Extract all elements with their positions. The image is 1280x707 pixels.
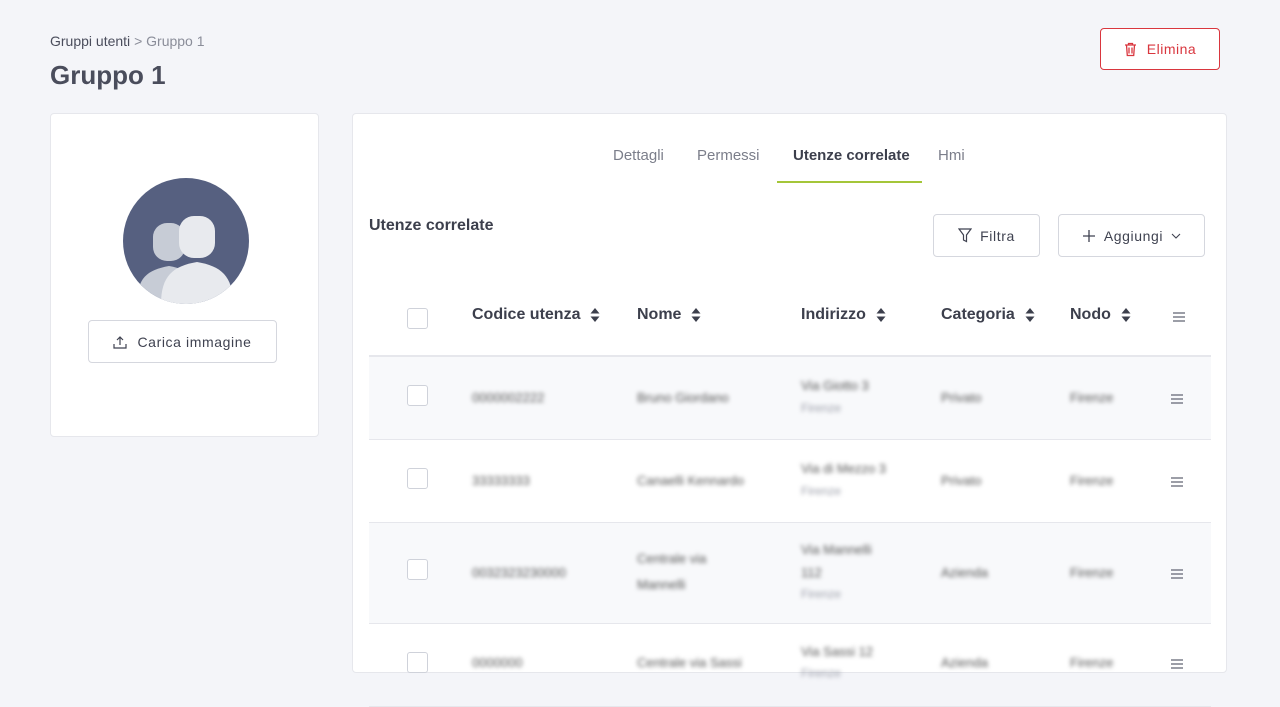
- table-row[interactable]: 33333333 Canaelli Kennardo Via di Mezzo …: [369, 440, 1211, 523]
- cell-nodo: Firenze: [1070, 655, 1114, 670]
- upload-image-label: Carica immagine: [137, 333, 252, 350]
- filter-button-label: Filtra: [980, 227, 1015, 244]
- cell-indirizzo: Via di Mezzo 3: [801, 461, 887, 476]
- column-header-codice-label: Codice utenza: [472, 306, 581, 323]
- sort-icon[interactable]: [691, 307, 701, 323]
- profile-card: Carica immagine: [50, 113, 319, 437]
- select-all-checkbox[interactable]: [407, 308, 428, 329]
- cell-categoria: Azienda: [941, 655, 988, 670]
- upload-icon: [113, 335, 128, 349]
- cell-indirizzo-citta: Firenze: [801, 401, 842, 415]
- cell-nome: Canaelli Kennardo: [637, 473, 744, 488]
- table-header: Codice utenza Nome Indirizzo Categoria N…: [369, 284, 1211, 357]
- column-settings-menu-icon[interactable]: [1172, 311, 1186, 323]
- tab-permessi[interactable]: Permessi: [697, 147, 760, 164]
- row-menu-icon[interactable]: [1170, 476, 1184, 488]
- column-header-nome[interactable]: Nome: [637, 306, 701, 324]
- cell-codice: 33333333: [472, 473, 530, 488]
- row-menu-icon[interactable]: [1170, 568, 1184, 580]
- sort-icon[interactable]: [1121, 307, 1131, 323]
- cell-nome: Centrale via Sassi: [637, 655, 742, 670]
- column-header-categoria[interactable]: Categoria: [941, 306, 1035, 324]
- table-row[interactable]: 0032323230000 Centrale via Mannelli Via …: [369, 523, 1211, 624]
- group-avatar: [123, 178, 249, 304]
- cell-codice: 0000000: [472, 655, 523, 670]
- cell-nome-line2: Mannelli: [637, 577, 686, 592]
- add-button[interactable]: Aggiungi: [1058, 214, 1205, 257]
- page-title: Gruppo 1: [50, 60, 166, 90]
- sort-icon[interactable]: [1025, 307, 1035, 323]
- users-placeholder-icon: [137, 216, 233, 304]
- row-menu-icon[interactable]: [1170, 393, 1184, 405]
- sort-icon[interactable]: [876, 307, 886, 323]
- cell-nome: Centrale via: [637, 551, 707, 566]
- cell-codice: 0032323230000: [472, 565, 566, 580]
- cell-indirizzo-citta: Firenze: [801, 484, 842, 498]
- cell-nome: Bruno Giordano: [637, 390, 729, 405]
- filter-button[interactable]: Filtra: [933, 214, 1040, 257]
- column-header-indirizzo-label: Indirizzo: [801, 306, 866, 323]
- row-checkbox[interactable]: [407, 652, 428, 673]
- cell-nodo: Firenze: [1070, 390, 1114, 405]
- plus-icon: [1082, 229, 1095, 242]
- sort-icon[interactable]: [590, 307, 600, 323]
- cell-indirizzo: Via Giotto 3: [801, 378, 869, 393]
- filter-icon: [958, 228, 973, 243]
- column-header-codice[interactable]: Codice utenza: [472, 306, 600, 324]
- row-menu-icon[interactable]: [1170, 658, 1184, 670]
- tab-dettagli[interactable]: Dettagli: [613, 147, 664, 164]
- breadcrumb: Gruppi utenti > Gruppo 1: [50, 33, 205, 49]
- breadcrumb-current: Gruppo 1: [146, 33, 205, 49]
- delete-button-label: Elimina: [1146, 41, 1197, 57]
- cell-indirizzo: Via Mannelli: [801, 542, 872, 557]
- section-title: Utenze correlate: [369, 217, 494, 234]
- row-checkbox[interactable]: [407, 468, 428, 489]
- cell-categoria: Privato: [941, 390, 982, 405]
- breadcrumb-separator: >: [134, 33, 143, 49]
- table-row[interactable]: 0000002222 Bruno Giordano Via Giotto 3 F…: [369, 357, 1211, 440]
- column-header-indirizzo[interactable]: Indirizzo: [801, 306, 886, 324]
- cell-indirizzo-citta: Firenze: [801, 587, 842, 601]
- cell-indirizzo-citta: Firenze: [801, 666, 842, 680]
- tab-utenze-correlate[interactable]: Utenze correlate: [793, 147, 910, 164]
- table-row[interactable]: 0000000 Centrale via Sassi Via Sassi 12 …: [369, 624, 1211, 707]
- users-table: Codice utenza Nome Indirizzo Categoria N…: [369, 284, 1211, 707]
- cell-codice: 0000002222: [472, 390, 545, 405]
- main-card: Dettagli Permessi Utenze correlate Hmi U…: [352, 113, 1227, 707]
- column-header-categoria-label: Categoria: [941, 306, 1015, 323]
- chevron-down-icon: [1171, 233, 1181, 239]
- column-header-nome-label: Nome: [637, 306, 682, 323]
- trash-icon: [1124, 42, 1136, 56]
- cell-indirizzo-line2: 112: [801, 565, 822, 580]
- row-checkbox[interactable]: [407, 559, 428, 580]
- upload-image-button[interactable]: Carica immagine: [88, 320, 277, 363]
- column-header-nodo[interactable]: Nodo: [1070, 306, 1131, 324]
- tab-hmi[interactable]: Hmi: [938, 147, 965, 164]
- cell-indirizzo: Via Sassi 12: [801, 644, 874, 659]
- cell-nodo: Firenze: [1070, 565, 1114, 580]
- row-checkbox[interactable]: [407, 385, 428, 406]
- delete-button[interactable]: Elimina: [1100, 28, 1220, 70]
- cell-categoria: Privato: [941, 473, 982, 488]
- cell-nodo: Firenze: [1070, 473, 1114, 488]
- tab-bar: Dettagli Permessi Utenze correlate Hmi: [353, 114, 1226, 184]
- add-button-label: Aggiungi: [1103, 227, 1164, 244]
- cell-categoria: Azienda: [941, 565, 988, 580]
- active-tab-indicator: [777, 181, 922, 183]
- column-header-nodo-label: Nodo: [1070, 306, 1111, 323]
- breadcrumb-parent-link[interactable]: Gruppi utenti: [50, 33, 130, 49]
